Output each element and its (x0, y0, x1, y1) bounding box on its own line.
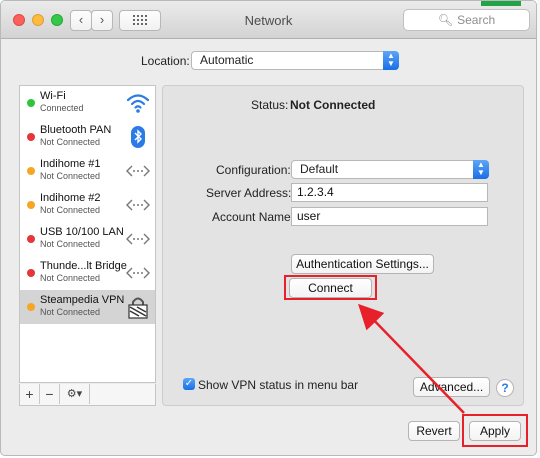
annotation-arrow (358, 303, 465, 414)
arrow-line (358, 303, 465, 414)
network-window: ‹ › Network 🔍︎ Search Location: Automatic… (0, 0, 537, 456)
